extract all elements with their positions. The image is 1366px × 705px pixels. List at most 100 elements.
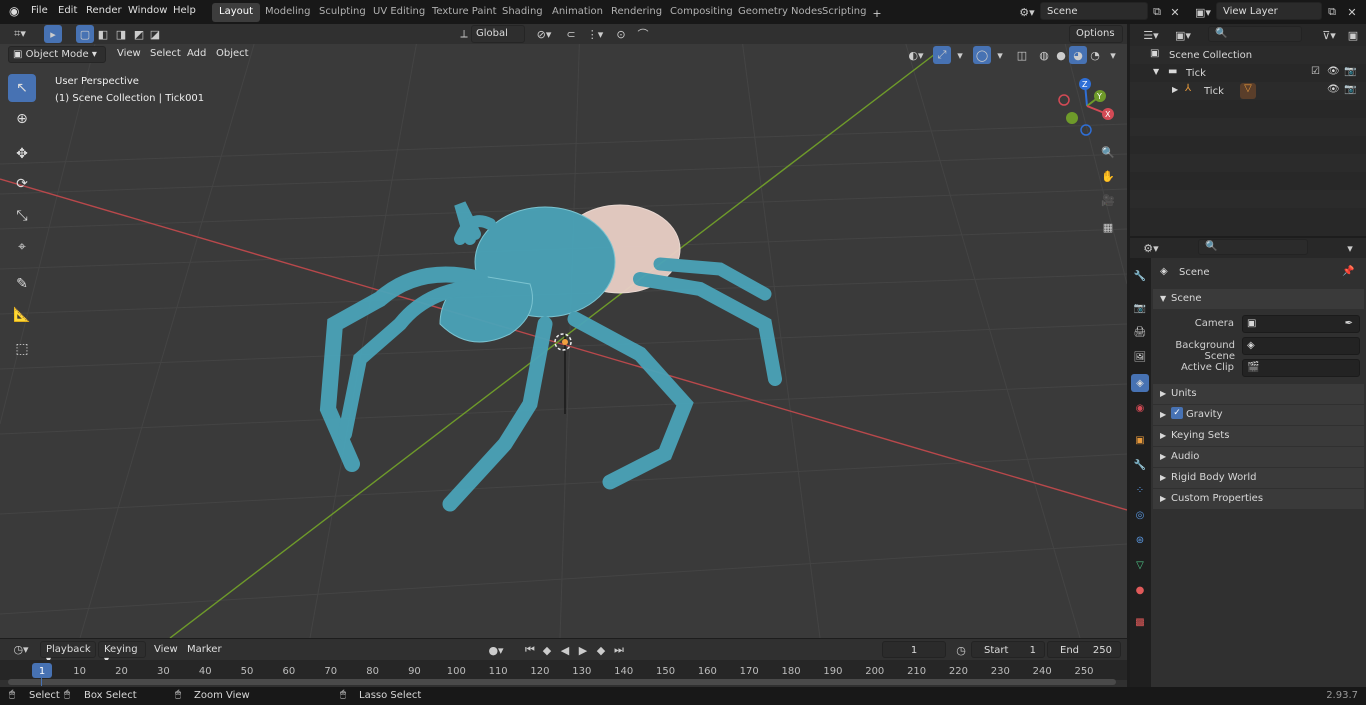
xray-icon[interactable]: ◫ — [1013, 46, 1031, 64]
proportional-falloff-icon[interactable]: ⌒ — [630, 25, 656, 43]
outliner-row-object[interactable]: ▶ ⅄ Tick ▽ 👁 📷 — [1130, 82, 1366, 100]
expand-arrow-icon[interactable]: ▼ — [1153, 67, 1159, 76]
playback-menu[interactable]: Playback ▾ — [40, 641, 96, 666]
cursor-tool-icon[interactable]: ⊕ — [8, 105, 36, 133]
texture-tab-icon[interactable]: ▩ — [1131, 613, 1149, 631]
audio-panel-header[interactable]: ▶ Audio — [1153, 447, 1364, 467]
pivot-point-icon[interactable]: ⊘▾ — [531, 25, 557, 43]
display-mode-icon[interactable]: ▣▾ — [1170, 26, 1196, 44]
keying-menu[interactable]: Keying ▾ — [98, 641, 146, 666]
delete-view-layer-icon[interactable]: ✕ — [1343, 3, 1361, 21]
timeline-scrollbar[interactable] — [8, 679, 1116, 685]
gravity-checkbox[interactable]: ✓ — [1171, 407, 1183, 419]
proportional-edit-icon[interactable]: ⊙ — [612, 25, 630, 43]
view-layer-tab-icon[interactable]: 🖼 — [1131, 348, 1149, 366]
tab-sculpting[interactable]: Sculpting — [312, 3, 373, 22]
new-scene-icon[interactable]: ⧉ — [1148, 3, 1166, 21]
start-frame-field[interactable]: Start 1 — [971, 641, 1045, 658]
jump-end-icon[interactable]: ⏭ — [610, 641, 628, 659]
play-icon[interactable]: ▶ — [574, 641, 592, 659]
view-layer-field[interactable]: View Layer — [1216, 2, 1322, 20]
menu-edit[interactable]: Edit — [58, 5, 77, 16]
viewport-menu-view[interactable]: View — [117, 48, 141, 59]
tab-compositing[interactable]: Compositing — [663, 3, 740, 22]
editor-type-icon[interactable]: ⌗▾ — [6, 25, 34, 43]
object-tab-icon[interactable]: ▣ — [1131, 431, 1149, 449]
outliner-row-scene-collection[interactable]: ▣ Scene Collection — [1130, 46, 1366, 64]
scale-tool-icon[interactable]: ⤡ — [8, 202, 36, 230]
custom-properties-panel-header[interactable]: ▶ Custom Properties — [1153, 489, 1364, 509]
pin-icon[interactable]: 📌 — [1342, 266, 1354, 277]
modifier-tab-icon[interactable]: 🔧 — [1131, 456, 1149, 474]
move-tool-icon[interactable]: ✥ — [8, 140, 36, 168]
output-tab-icon[interactable]: 🖨 — [1131, 323, 1149, 341]
overlay-toggle-icon[interactable]: ◯ — [973, 46, 991, 64]
blender-logo-icon[interactable]: ◉ — [9, 4, 19, 18]
render-camera-icon[interactable]: 📷 — [1344, 84, 1356, 95]
tab-uv-editing[interactable]: UV Editing — [366, 3, 432, 22]
options-dropdown[interactable]: Options — [1069, 25, 1123, 43]
outliner-search-input[interactable]: 🔍 — [1208, 26, 1302, 42]
menu-help[interactable]: Help — [173, 5, 196, 16]
scene-tab-icon[interactable]: ◈ — [1131, 374, 1149, 392]
material-shading-icon[interactable]: ◕ — [1069, 46, 1087, 64]
view-layer-selector-icon[interactable]: ▣▾ — [1190, 3, 1216, 21]
tick-model[interactable] — [0, 24, 1127, 638]
tab-modeling[interactable]: Modeling — [258, 3, 318, 22]
perspective-toggle-icon[interactable]: ▦ — [1099, 218, 1117, 236]
pan-hand-icon[interactable]: ✋ — [1099, 167, 1117, 185]
record-icon[interactable]: ●▾ — [481, 641, 511, 659]
play-reverse-icon[interactable]: ◀ — [556, 641, 574, 659]
end-frame-field[interactable]: End 250 — [1047, 641, 1121, 658]
add-cube-tool-icon[interactable]: ⬚ — [8, 335, 36, 363]
expand-arrow-icon[interactable]: ▶ — [1172, 85, 1178, 94]
units-panel-header[interactable]: ▶ Units — [1153, 384, 1364, 404]
3d-viewport[interactable] — [0, 24, 1127, 638]
world-tab-icon[interactable]: ◉ — [1131, 399, 1149, 417]
outliner-editor-type-icon[interactable]: ☰▾ — [1138, 26, 1164, 44]
select-intersect-icon[interactable]: ◪ — [146, 25, 164, 43]
tool-tab-icon[interactable]: 🔧 — [1131, 267, 1149, 285]
tab-shading[interactable]: Shading — [495, 3, 550, 22]
timeline-menu-marker[interactable]: Marker — [187, 644, 222, 655]
eyedropper-icon[interactable]: ✒ — [1345, 318, 1353, 329]
constraints-tab-icon[interactable]: ⊛ — [1131, 531, 1149, 549]
select-extend-icon[interactable]: ◧ — [94, 25, 112, 43]
new-collection-icon[interactable]: ▣ — [1344, 26, 1362, 44]
tab-scripting[interactable]: Scripting — [815, 3, 873, 22]
select-box-tool-icon[interactable]: ↖ — [8, 74, 36, 102]
solid-shading-icon[interactable]: ● — [1052, 46, 1070, 64]
delete-scene-icon[interactable]: ✕ — [1166, 3, 1184, 21]
current-frame-field[interactable]: 1 — [882, 641, 946, 658]
select-new-icon[interactable]: ▢ — [76, 25, 94, 43]
viewport-menu-object[interactable]: Object — [216, 48, 249, 59]
material-tab-icon[interactable]: ● — [1131, 581, 1149, 599]
snap-icon[interactable]: ⊂ — [562, 25, 580, 43]
menu-file[interactable]: File — [31, 5, 48, 16]
viewport-menu-select[interactable]: Select — [150, 48, 181, 59]
add-workspace-icon[interactable]: + — [868, 4, 886, 22]
keying-sets-panel-header[interactable]: ▶ Keying Sets — [1153, 426, 1364, 446]
tab-texture-paint[interactable]: Texture Paint — [425, 3, 504, 22]
data-tab-icon[interactable]: ▽ — [1131, 556, 1149, 574]
overlay-dropdown-icon[interactable]: ▾ — [991, 46, 1009, 64]
physics-tab-icon[interactable]: ◎ — [1131, 506, 1149, 524]
object-mode-dropdown[interactable]: ▣ Object Mode ▾ — [8, 46, 106, 63]
tab-layout[interactable]: Layout — [212, 3, 260, 22]
mesh-data-icon[interactable]: ▽ — [1240, 83, 1256, 99]
rigid-body-panel-header[interactable]: ▶ Rigid Body World — [1153, 468, 1364, 488]
visibility-eye-icon[interactable]: 👁 — [1327, 66, 1340, 77]
render-camera-icon[interactable]: 📷 — [1344, 66, 1356, 77]
menu-render[interactable]: Render — [86, 5, 122, 16]
measure-tool-icon[interactable]: 📐 — [8, 301, 36, 329]
properties-search-input[interactable]: 🔍 — [1198, 239, 1308, 255]
scene-selector-icon[interactable]: ⚙▾ — [1014, 3, 1040, 21]
scene-name-field[interactable]: Scene — [1040, 2, 1148, 20]
shading-dropdown-icon[interactable]: ▾ — [1104, 46, 1122, 64]
menu-window[interactable]: Window — [128, 5, 167, 16]
gizmo-toggle-icon[interactable]: ⤢ — [933, 46, 951, 64]
outliner-row-collection[interactable]: ▼ ▬ Tick ☑ 👁 📷 — [1130, 64, 1366, 82]
tab-rendering[interactable]: Rendering — [604, 3, 669, 22]
particles-tab-icon[interactable]: ⁘ — [1131, 481, 1149, 499]
navigation-gizmo[interactable]: Z Y X — [1055, 74, 1120, 139]
